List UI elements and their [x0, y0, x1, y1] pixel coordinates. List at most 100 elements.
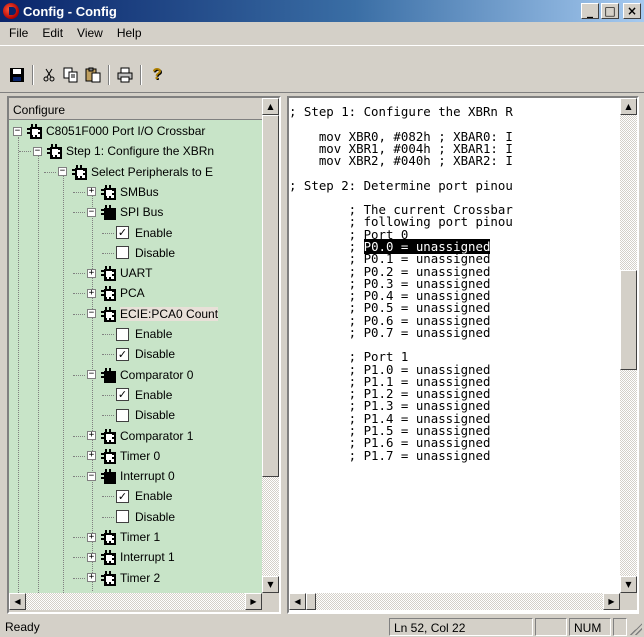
tree-node[interactable]: − ECIE:PCA0 Count [87, 305, 219, 323]
tree-option[interactable]: ✓ Disable [116, 345, 175, 363]
option-checkbox[interactable]: ✓ [116, 226, 129, 239]
tree-label: Step 1: Configure the XBRn [66, 144, 215, 159]
option-checkbox[interactable] [116, 327, 129, 341]
expand-icon[interactable]: + [87, 573, 96, 583]
expand-icon[interactable]: + [87, 532, 96, 542]
menu-edit[interactable]: Edit [35, 26, 70, 40]
tree-label: PCA [120, 286, 145, 301]
tree-horizontal-scrollbar[interactable]: ◀ ▶ [9, 593, 262, 610]
tree-label: Enable [135, 327, 173, 341]
collapse-icon[interactable]: − [13, 126, 22, 136]
tree-label: Interrupt 0 [120, 469, 175, 484]
expand-icon[interactable]: + [87, 451, 96, 461]
app-logo-icon[interactable] [3, 3, 19, 19]
code-horizontal-scrollbar[interactable]: ◀ ▶ [289, 593, 620, 610]
tree-option[interactable]: ✓ Enable [116, 487, 172, 505]
chip-icon [101, 306, 116, 322]
tree-vertical-scrollbar[interactable]: ▲ ▼ [262, 98, 279, 593]
minimize-button[interactable]: _ [581, 3, 599, 19]
print-icon[interactable] [114, 64, 136, 86]
code-line: ; P1.7 = unassigned [289, 447, 491, 463]
scroll-right-button[interactable]: ▶ [603, 593, 620, 610]
toolbar-separator [32, 65, 34, 85]
tree-node[interactable]: + Interrupt 1 [87, 548, 175, 566]
tree-node[interactable]: − C8051F000 Port I/O Crossbar [13, 122, 205, 140]
option-checkbox[interactable]: ✓ [116, 489, 129, 503]
scroll-right-button[interactable]: ▶ [245, 593, 262, 610]
tree-option[interactable]: ✓ Enable [116, 224, 172, 242]
tree-node[interactable]: − Select Peripherals to E [58, 163, 213, 181]
collapse-icon[interactable]: − [87, 471, 96, 481]
tree-label: Disable [135, 245, 176, 260]
save-icon[interactable] [6, 64, 28, 86]
option-checkbox[interactable]: ✓ [116, 388, 129, 402]
code-line: ; Step 1: Configure the XBRn R [289, 104, 513, 119]
scroll-up-button[interactable]: ▲ [262, 98, 279, 115]
tree-node[interactable]: + SMBus [87, 183, 159, 201]
expand-icon[interactable]: + [87, 431, 96, 440]
tree-node[interactable]: − Comparator 0 [87, 366, 193, 384]
collapse-icon[interactable]: − [87, 207, 96, 217]
chip-icon [101, 205, 116, 221]
scroll-left-button[interactable]: ◀ [289, 593, 306, 610]
chip-icon [101, 469, 116, 485]
tree-label: Disable [135, 347, 176, 362]
scroll-thumb[interactable] [620, 270, 637, 370]
configure-tree[interactable]: − C8051F000 Port I/O Crossbar − Step 1: Con… [9, 120, 262, 593]
menu-help[interactable]: Help [110, 26, 149, 40]
tree-node[interactable]: + Timer 1 [87, 528, 160, 546]
expand-icon[interactable]: + [87, 288, 96, 298]
tree-label: Timer 2 [120, 570, 161, 585]
code-vertical-scrollbar[interactable]: ▲ ▼ [620, 98, 637, 593]
scroll-left-button[interactable]: ◀ [9, 593, 26, 610]
tree-option[interactable]: Enable [116, 325, 172, 343]
title-bar[interactable]: Config - Config _ □ × [0, 0, 644, 22]
collapse-icon[interactable]: − [87, 309, 96, 319]
tree-node[interactable]: − Step 1: Configure the XBRn [33, 142, 214, 160]
copy-icon[interactable] [60, 64, 82, 86]
tree-option[interactable]: Disable [116, 244, 175, 262]
tree-option[interactable]: Disable [116, 406, 175, 424]
chip-icon [72, 164, 87, 180]
option-checkbox[interactable] [116, 246, 129, 260]
menu-view[interactable]: View [70, 26, 110, 40]
option-checkbox[interactable] [116, 510, 129, 524]
tree-option[interactable]: Disable [116, 508, 175, 526]
close-button[interactable]: × [623, 3, 641, 19]
scroll-up-button[interactable]: ▲ [620, 98, 637, 115]
code-editor[interactable]: ; Step 1: Configure the XBRn R mov XBR0,… [289, 98, 620, 593]
cut-icon[interactable] [38, 64, 60, 86]
scroll-down-button[interactable]: ▼ [620, 576, 637, 593]
tree-node[interactable]: + Timer 0 [87, 447, 160, 465]
code-line: ; P0.7 = unassigned [289, 324, 491, 340]
window-title: Config - Config [23, 3, 117, 19]
resize-grip-icon[interactable] [630, 623, 642, 635]
code-line: ; Step 2: Determine port pinou [289, 177, 513, 193]
scroll-down-button[interactable]: ▼ [262, 576, 279, 593]
tree-node[interactable]: − SPI Bus [87, 203, 163, 221]
menu-file[interactable]: File [2, 26, 35, 40]
tree-label: Enable [135, 225, 173, 240]
menu-bar: File Edit View Help [0, 22, 644, 43]
scroll-thumb[interactable] [262, 115, 279, 477]
scroll-thumb[interactable] [306, 593, 316, 610]
maximize-button[interactable]: □ [601, 3, 619, 19]
tree-node[interactable]: + PCA [87, 284, 145, 302]
expand-icon[interactable]: + [87, 187, 96, 197]
expand-icon[interactable]: + [87, 552, 96, 562]
tree-option[interactable]: ✓ Enable [116, 386, 172, 404]
paste-icon[interactable] [82, 64, 104, 86]
option-checkbox[interactable] [116, 408, 129, 422]
collapse-icon[interactable]: − [58, 167, 67, 177]
collapse-icon[interactable]: − [33, 146, 42, 156]
chip-icon [27, 124, 42, 139]
expand-icon[interactable]: + [87, 268, 96, 278]
tree-node[interactable]: − Interrupt 0 [87, 467, 175, 485]
app-window: Config - Config _ □ × File Edit View Hel… [0, 0, 644, 637]
tree-node[interactable]: + UART [87, 264, 152, 282]
collapse-icon[interactable]: − [87, 370, 96, 380]
tree-node[interactable]: + Timer 2 [87, 569, 160, 587]
tree-node[interactable]: + Comparator 1 [87, 427, 193, 445]
option-checkbox[interactable]: ✓ [116, 347, 129, 361]
help-icon[interactable]: ? [146, 64, 168, 86]
